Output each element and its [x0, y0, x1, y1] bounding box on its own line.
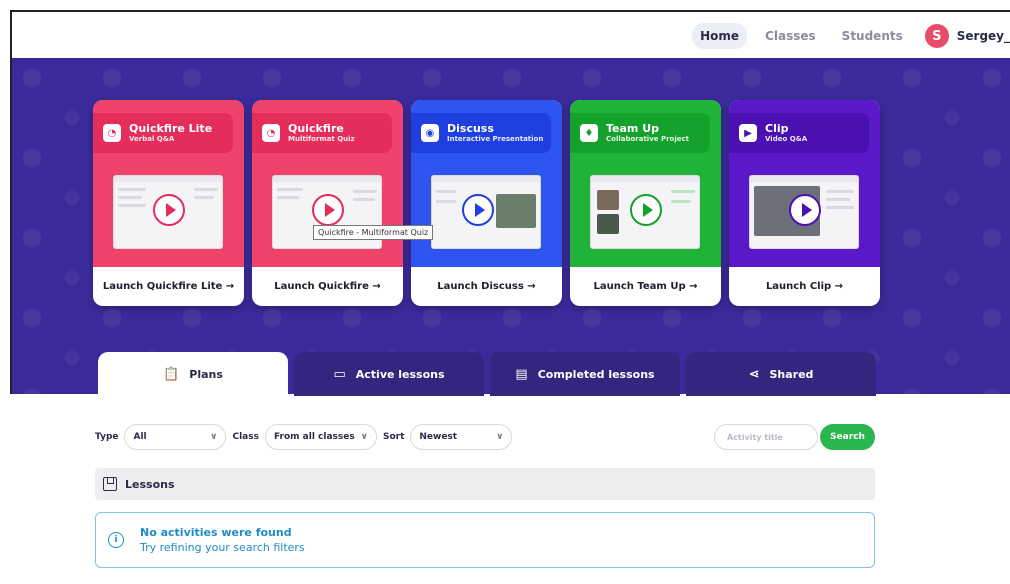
card-header: ◔ Quickfire Multiformat Quiz	[252, 113, 392, 153]
card-quickfire-lite[interactable]: ◔ Quickfire Lite Verbal Q&A Launch Quick…	[93, 100, 244, 306]
tooltip: Quickfire - Multiformat Quiz	[313, 225, 434, 240]
timer-icon: ◔	[103, 124, 121, 142]
preview-thumbnail	[113, 175, 223, 249]
launch-button[interactable]: Launch Discuss →	[411, 267, 562, 306]
preview-thumbnail	[431, 175, 541, 249]
username[interactable]: Sergey_	[957, 29, 1010, 43]
card-title: Discuss	[447, 122, 494, 135]
launch-button[interactable]: Launch Quickfire Lite →	[93, 267, 244, 306]
presentation-icon: ▭	[333, 366, 346, 382]
play-icon[interactable]	[630, 194, 662, 226]
card-top: ◉ Discuss Interactive Presentation	[411, 100, 562, 267]
card-title: Quickfire	[288, 122, 344, 135]
play-icon[interactable]	[153, 194, 185, 226]
launch-button[interactable]: Launch Quickfire →	[252, 267, 403, 306]
launch-button[interactable]: Launch Clip →	[729, 267, 880, 306]
notice-title: No activities were found	[140, 526, 292, 539]
tab-active-lessons[interactable]: ▭ Active lessons	[294, 352, 484, 396]
timer-icon: ◔	[262, 124, 280, 142]
card-subtitle: Video Q&A	[765, 135, 808, 143]
user-menu[interactable]: S Sergey_	[924, 24, 1010, 48]
preview-thumbnail	[749, 175, 859, 249]
clipboard-icon: 📋	[163, 366, 180, 382]
card-top: ◔ Quickfire Multiformat Quiz	[252, 100, 403, 267]
search-button[interactable]: Search	[820, 424, 875, 450]
class-value: From all classes	[273, 432, 355, 442]
tab-label: Plans	[189, 367, 223, 381]
card-top: ◔ Quickfire Lite Verbal Q&A	[93, 100, 244, 267]
top-navbar: Home Classes Students S Sergey_	[10, 10, 1010, 58]
launch-button[interactable]: Launch Team Up →	[570, 267, 721, 306]
card-title: Quickfire Lite	[129, 122, 213, 135]
play-icon[interactable]	[789, 194, 821, 226]
card-subtitle: Collaborative Project	[606, 135, 689, 143]
sort-value: Newest	[419, 432, 458, 442]
team-icon: ♦	[580, 124, 598, 142]
card-clip[interactable]: ▶ Clip Video Q&A Launch Clip →	[729, 100, 880, 306]
tab-shared[interactable]: ⋖ Shared	[686, 352, 876, 396]
tab-completed-lessons[interactable]: ▤ Completed lessons	[490, 352, 680, 396]
class-select[interactable]: From all classes ∨	[264, 424, 377, 450]
card-header: ♦ Team Up Collaborative Project	[570, 113, 710, 153]
card-subtitle: Multiformat Quiz	[288, 135, 355, 143]
card-top: ▶ Clip Video Q&A	[729, 100, 880, 267]
chevron-down-icon: ∨	[496, 432, 504, 442]
card-subtitle: Verbal Q&A	[129, 135, 175, 143]
card-team-up[interactable]: ♦ Team Up Collaborative Project Launch T…	[570, 100, 721, 306]
card-subtitle: Interactive Presentation	[447, 135, 544, 143]
avatar[interactable]: S	[924, 24, 949, 48]
card-header: ◔ Quickfire Lite Verbal Q&A	[93, 113, 233, 153]
discuss-icon: ◉	[421, 124, 439, 142]
type-label: Type	[95, 432, 119, 442]
play-icon[interactable]	[312, 194, 344, 226]
type-value: All	[133, 432, 147, 442]
tab-label: Active lessons	[355, 367, 445, 381]
lesson-tabs: 📋 Plans ▭ Active lessons ▤ Completed les…	[98, 352, 876, 396]
notice-subtitle: Try refining your search filters	[140, 541, 305, 554]
filter-bar: Type All ∨ Class From all classes ∨ Sort…	[95, 424, 513, 450]
card-quickfire[interactable]: ◔ Quickfire Multiformat Quiz Launch Quic…	[252, 100, 403, 306]
clip-icon: ▶	[739, 124, 757, 142]
nav-classes[interactable]: Classes	[757, 23, 824, 49]
card-header: ◉ Discuss Interactive Presentation	[411, 113, 551, 153]
card-header: ▶ Clip Video Q&A	[729, 113, 869, 153]
info-icon: i	[108, 532, 124, 548]
book-icon	[103, 477, 117, 491]
card-title: Clip	[765, 122, 789, 135]
activity-search-input[interactable]	[714, 424, 818, 450]
chevron-down-icon: ∨	[210, 432, 218, 442]
nav-home[interactable]: Home	[692, 23, 748, 49]
empty-state-notice: i No activities were found Try refining …	[95, 512, 875, 568]
tab-plans[interactable]: 📋 Plans	[98, 352, 288, 396]
chevron-down-icon: ∨	[360, 432, 368, 442]
nav-students[interactable]: Students	[834, 23, 911, 49]
preview-thumbnail	[590, 175, 700, 249]
archive-icon: ▤	[515, 366, 528, 382]
sort-select[interactable]: Newest ∨	[410, 424, 513, 450]
tab-label: Shared	[769, 367, 814, 381]
card-title: Team Up	[606, 122, 660, 135]
share-icon: ⋖	[748, 366, 760, 382]
sort-label: Sort	[382, 432, 405, 442]
activity-cards: ◔ Quickfire Lite Verbal Q&A Launch Quick…	[93, 100, 880, 306]
main-nav: Home Classes Students S Sergey_	[692, 12, 1010, 60]
class-label: Class	[232, 432, 259, 442]
card-discuss[interactable]: ◉ Discuss Interactive Presentation Launc…	[411, 100, 562, 306]
lessons-section-header: Lessons	[95, 468, 875, 500]
tab-label: Completed lessons	[537, 367, 655, 381]
play-icon[interactable]	[462, 194, 494, 226]
type-select[interactable]: All ∨	[124, 424, 227, 450]
section-title: Lessons	[125, 477, 175, 491]
card-top: ♦ Team Up Collaborative Project	[570, 100, 721, 267]
